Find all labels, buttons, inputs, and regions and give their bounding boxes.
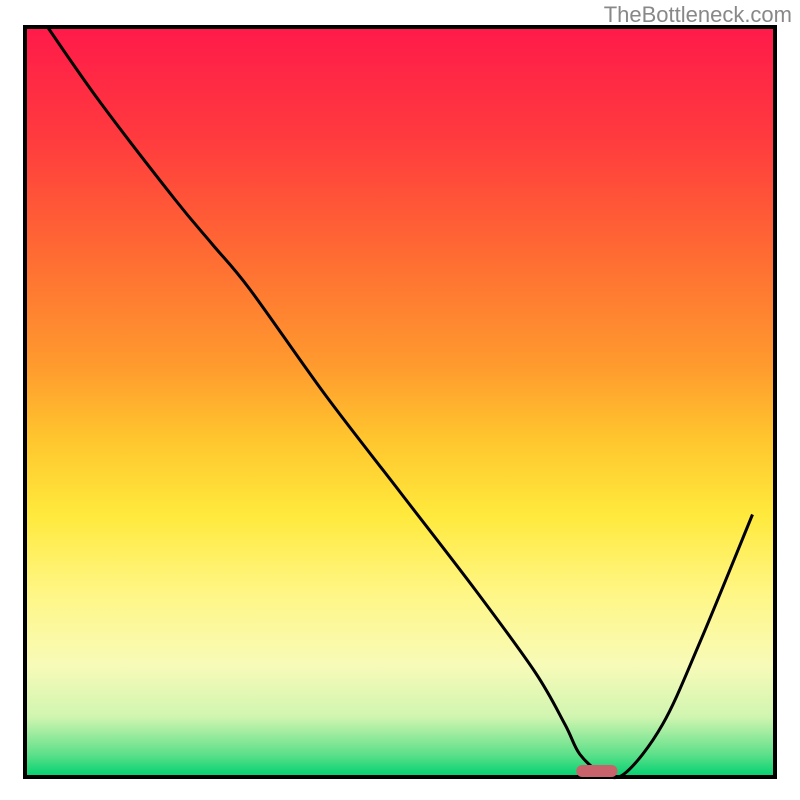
chart-background [25,27,775,777]
watermark-text: TheBottleneck.com [604,2,792,28]
optimal-marker [576,765,617,777]
chart-container: { "watermark": "TheBottleneck.com", "cha… [0,0,800,800]
bottleneck-chart [0,0,800,800]
